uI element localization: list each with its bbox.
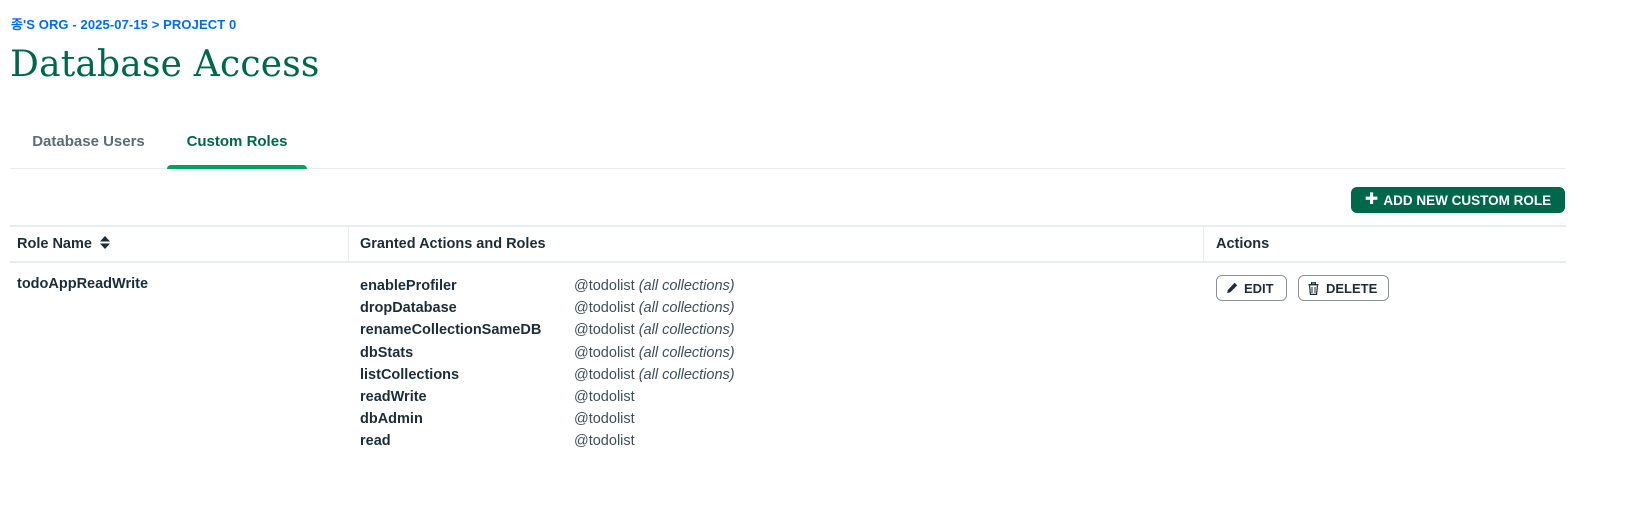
grant-scope: (all collections) bbox=[638, 278, 735, 294]
edit-button[interactable]: EDIT bbox=[1216, 275, 1287, 301]
plus-icon: ✚ bbox=[1364, 190, 1379, 208]
add-new-custom-role-button[interactable]: ✚ ADD NEW CUSTOM ROLE bbox=[1351, 187, 1565, 213]
grant-scope: (all collections) bbox=[638, 322, 735, 339]
grant-db: @todolist (all collections) bbox=[574, 364, 735, 386]
page-title: Database Access bbox=[10, 44, 320, 85]
grant-action: renameCollectionSameDB bbox=[360, 322, 542, 339]
grant-action: dbStats bbox=[360, 344, 414, 361]
grant-row: enableProfiler @todolist (all collection… bbox=[360, 275, 780, 297]
trash-icon bbox=[1308, 281, 1319, 295]
grant-row: listCollections @todolist (all collectio… bbox=[360, 364, 780, 386]
tab-custom-roles[interactable]: Custom Roles bbox=[167, 118, 307, 169]
breadcrumb-separator: > bbox=[151, 17, 160, 32]
granted-actions-list: enableProfiler @todolist (all collection… bbox=[360, 275, 780, 453]
grant-row: dropDatabase @todolist (all collections) bbox=[360, 297, 780, 319]
grant-action: readWrite bbox=[360, 388, 427, 405]
add-new-custom-role-label: ADD NEW CUSTOM ROLE bbox=[1383, 192, 1552, 208]
grant-db-name: @todolist bbox=[574, 300, 635, 317]
breadcrumb-org-link[interactable]: 종'S ORG - 2025-07-15 bbox=[11, 17, 148, 32]
grant-row: readWrite @todolist bbox=[360, 386, 780, 408]
tab-bar: Database Users Custom Roles bbox=[10, 118, 1566, 169]
grant-db: @todolist (all collections) bbox=[574, 319, 735, 341]
delete-button[interactable]: DELETE bbox=[1298, 275, 1389, 301]
breadcrumb: 종'S ORG - 2025-07-15 > PROJECT 0 bbox=[11, 14, 236, 33]
grant-scope: (all collections) bbox=[638, 300, 735, 317]
pencil-icon bbox=[1227, 282, 1238, 293]
edit-button-label: EDIT bbox=[1244, 280, 1274, 296]
grant-db-name: @todolist bbox=[574, 388, 635, 405]
sort-icon[interactable] bbox=[99, 236, 110, 250]
grant-action: dbAdmin bbox=[360, 411, 423, 428]
delete-button-label: DELETE bbox=[1326, 280, 1378, 296]
grant-db-name: @todolist bbox=[574, 344, 635, 361]
grant-db: @todolist (all collections) bbox=[574, 297, 735, 319]
table-header: Role Name Granted Actions and Roles Acti… bbox=[10, 227, 1566, 263]
role-name-cell: todoAppReadWrite bbox=[17, 276, 149, 292]
grant-db: @todolist bbox=[574, 386, 635, 408]
breadcrumb-project-link[interactable]: PROJECT 0 bbox=[163, 17, 236, 32]
grant-row: read @todolist bbox=[360, 430, 780, 452]
grant-row: dbStats @todolist (all collections) bbox=[360, 342, 780, 364]
grant-db: @todolist (all collections) bbox=[574, 275, 735, 297]
grant-action: enableProfiler bbox=[360, 278, 457, 294]
grant-scope: (all collections) bbox=[638, 344, 735, 361]
grant-db: @todolist (all collections) bbox=[574, 342, 735, 364]
grant-db-name: @todolist bbox=[574, 278, 635, 294]
grant-db-name: @todolist bbox=[574, 366, 635, 383]
grant-action: listCollections bbox=[360, 366, 460, 383]
grant-scope: (all collections) bbox=[638, 366, 735, 383]
column-header-role-name-label: Role Name bbox=[17, 236, 92, 252]
grant-db-name: @todolist bbox=[574, 411, 635, 428]
tab-database-users[interactable]: Database Users bbox=[10, 118, 167, 168]
grant-row: dbAdmin @todolist bbox=[360, 408, 780, 430]
grant-action: dropDatabase bbox=[360, 300, 457, 317]
column-header-role-name[interactable]: Role Name bbox=[10, 227, 348, 261]
grant-db: @todolist bbox=[574, 408, 635, 430]
grant-db-name: @todolist bbox=[574, 322, 635, 339]
grant-db-name: @todolist bbox=[574, 433, 635, 450]
grant-row: renameCollectionSameDB @todolist (all co… bbox=[360, 319, 780, 341]
grant-db: @todolist bbox=[574, 430, 635, 452]
column-header-actions: Actions bbox=[1203, 227, 1566, 261]
grant-action: read bbox=[360, 433, 391, 450]
column-header-granted: Granted Actions and Roles bbox=[348, 227, 1203, 261]
